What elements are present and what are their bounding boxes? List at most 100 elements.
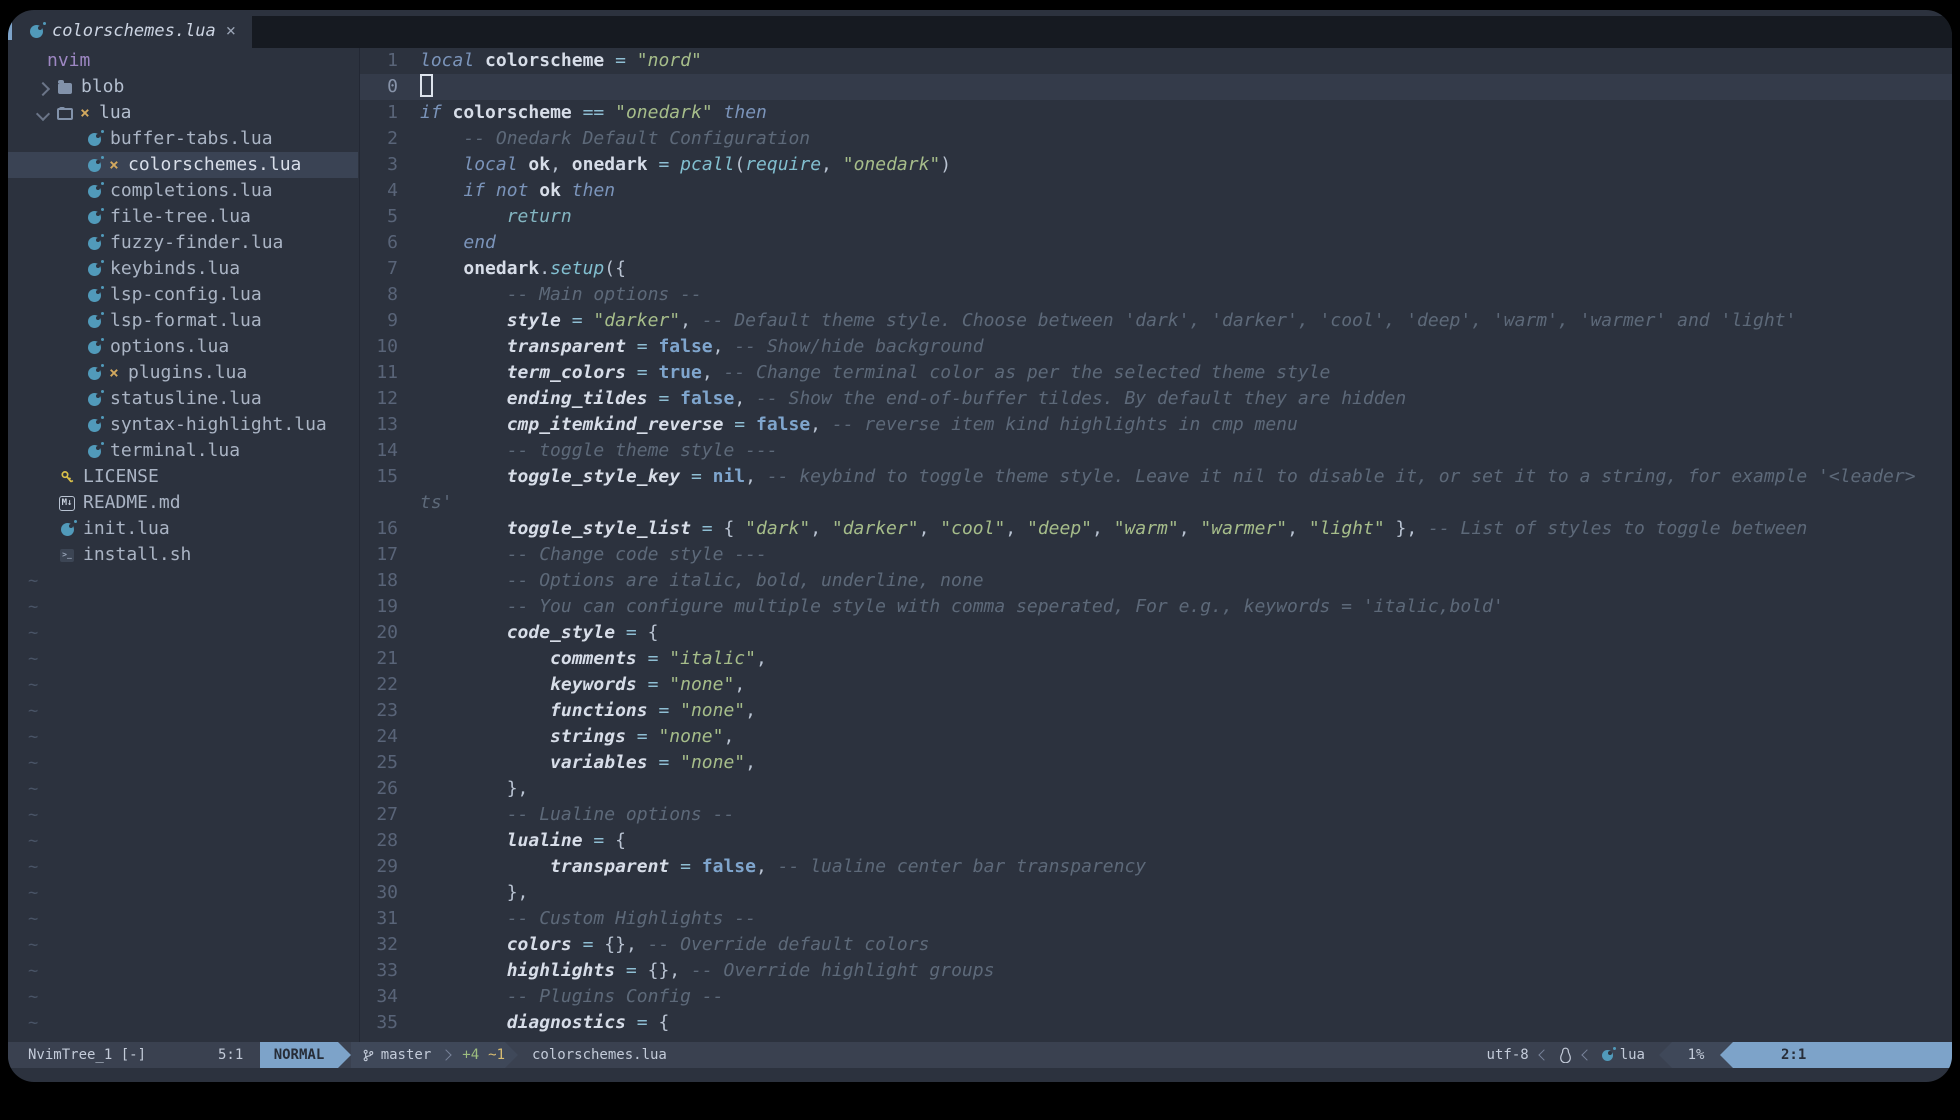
line-number: 1 xyxy=(360,100,398,126)
code-text: -- Lualine options -- xyxy=(398,802,734,828)
tree-item-install-sh[interactable]: >_install.sh xyxy=(8,542,358,568)
empty-line-tilde: ~ xyxy=(28,802,38,828)
code-line[interactable]: 17 -- Change code style --- xyxy=(360,542,1952,568)
chevron-left-icon xyxy=(1581,1049,1592,1060)
code-line[interactable]: 10 transparent = false, -- Show/hide bac… xyxy=(360,334,1952,360)
tree-item-readme-md[interactable]: M↓README.md xyxy=(8,490,358,516)
line-number: 32 xyxy=(360,932,398,958)
code-line[interactable]: 3 local ok, onedark = pcall(require, "on… xyxy=(360,152,1952,178)
code-text: comments = "italic", xyxy=(398,646,767,672)
tree-item-file-tree-lua[interactable]: file-tree.lua xyxy=(8,204,358,230)
git-status-icon: × xyxy=(108,360,120,386)
code-line[interactable]: 15 toggle_style_key = nil, -- keybind to… xyxy=(360,464,1952,490)
progress-indicator: 1% xyxy=(1672,1042,1720,1068)
code-line[interactable]: 5 return xyxy=(360,204,1952,230)
code-line[interactable]: 25 variables = "none", xyxy=(360,750,1952,776)
code-line[interactable]: 14 -- toggle theme style --- xyxy=(360,438,1952,464)
tree-item-label: options.lua xyxy=(110,334,229,360)
code-line[interactable]: 19 -- You can configure multiple style w… xyxy=(360,594,1952,620)
editor-window: colorschemes.lua × nvimblob×luabuffer-ta… xyxy=(8,10,1952,1082)
code-line[interactable]: 13 cmp_itemkind_reverse = false, -- reve… xyxy=(360,412,1952,438)
code-line[interactable]: 7 onedark.setup({ xyxy=(360,256,1952,282)
code-line[interactable]: 0 xyxy=(360,74,1952,100)
tab-colorschemes[interactable]: colorschemes.lua × xyxy=(14,14,252,48)
code-text: -- Options are italic, bold, underline, … xyxy=(398,568,984,594)
code-line[interactable]: 20 code_style = { xyxy=(360,620,1952,646)
tree-item-terminal-lua[interactable]: terminal.lua xyxy=(8,438,358,464)
line-number: 10 xyxy=(360,334,398,360)
line-number: 11 xyxy=(360,360,398,386)
code-line-wrap[interactable]: ts' xyxy=(360,490,1952,516)
code-line[interactable]: 8 -- Main options -- xyxy=(360,282,1952,308)
tree-item-lsp-format-lua[interactable]: lsp-format.lua xyxy=(8,308,358,334)
tree-item-label: file-tree.lua xyxy=(110,204,251,230)
line-number: 24 xyxy=(360,724,398,750)
code-line[interactable]: 33 highlights = {}, -- Override highligh… xyxy=(360,958,1952,984)
tree-item-keybinds-lua[interactable]: keybinds.lua xyxy=(8,256,358,282)
tree-item-label: lsp-config.lua xyxy=(110,282,262,308)
code-line[interactable]: 21 comments = "italic", xyxy=(360,646,1952,672)
code-text: keywords = "none", xyxy=(398,672,745,698)
code-line[interactable]: 32 colors = {}, -- Override default colo… xyxy=(360,932,1952,958)
chevron-right-icon xyxy=(441,1049,452,1060)
code-text: transparent = false, -- lualine center b… xyxy=(398,854,1146,880)
line-number: 8 xyxy=(360,282,398,308)
code-line[interactable]: 16 toggle_style_list = { "dark", "darker… xyxy=(360,516,1952,542)
code-line[interactable]: 30 }, xyxy=(360,880,1952,906)
code-line[interactable]: 34 -- Plugins Config -- xyxy=(360,984,1952,1010)
code-line[interactable]: 18 -- Options are italic, bold, underlin… xyxy=(360,568,1952,594)
code-line[interactable]: 2 -- Onedark Default Configuration xyxy=(360,126,1952,152)
code-line[interactable]: 27 -- Lualine options -- xyxy=(360,802,1952,828)
empty-line: ~ xyxy=(8,698,358,724)
code-line[interactable]: 11 term_colors = true, -- Change termina… xyxy=(360,360,1952,386)
code-line[interactable]: 4 if not ok then xyxy=(360,178,1952,204)
code-line[interactable]: 22 keywords = "none", xyxy=(360,672,1952,698)
line-number: 17 xyxy=(360,542,398,568)
code-line[interactable]: 29 transparent = false, -- lualine cente… xyxy=(360,854,1952,880)
tree-item-plugins-lua[interactable]: ×plugins.lua xyxy=(8,360,358,386)
code-line[interactable]: 9 style = "darker", -- Default theme sty… xyxy=(360,308,1952,334)
tree-item-buffer-tabs-lua[interactable]: buffer-tabs.lua xyxy=(8,126,358,152)
tree-item-init-lua[interactable]: init.lua xyxy=(8,516,358,542)
tree-item-syntax-highlight-lua[interactable]: syntax-highlight.lua xyxy=(8,412,358,438)
code-line[interactable]: 28 lualine = { xyxy=(360,828,1952,854)
line-number: 20 xyxy=(360,620,398,646)
tree-item-lsp-config-lua[interactable]: lsp-config.lua xyxy=(8,282,358,308)
tree-item-lua[interactable]: ×lua xyxy=(8,100,358,126)
diff-modified: ~1 xyxy=(488,1047,505,1063)
tree-item-label: buffer-tabs.lua xyxy=(110,126,273,152)
tree-item-completions-lua[interactable]: completions.lua xyxy=(8,178,358,204)
code-line[interactable]: 23 functions = "none", xyxy=(360,698,1952,724)
code-line[interactable]: 35 diagnostics = { xyxy=(360,1010,1952,1036)
tab-label: colorschemes.lua xyxy=(52,21,216,41)
tree-item-fuzzy-finder-lua[interactable]: fuzzy-finder.lua xyxy=(8,230,358,256)
tree-item-nvim[interactable]: nvim xyxy=(8,48,358,74)
code-line[interactable]: 24 strings = "none", xyxy=(360,724,1952,750)
code-line[interactable]: 26 }, xyxy=(360,776,1952,802)
tree-item-colorschemes-lua[interactable]: ×colorschemes.lua xyxy=(8,152,358,178)
code-line[interactable]: 6 end xyxy=(360,230,1952,256)
tree-item-label: fuzzy-finder.lua xyxy=(110,230,283,256)
tree-item-blob[interactable]: blob xyxy=(8,74,358,100)
empty-line-tilde: ~ xyxy=(28,620,38,646)
tab-close-icon[interactable]: × xyxy=(226,21,236,41)
code-text: -- You can configure multiple style with… xyxy=(398,594,1504,620)
empty-line-tilde: ~ xyxy=(28,568,38,594)
line-number: 7 xyxy=(360,256,398,282)
tree-item-options-lua[interactable]: options.lua xyxy=(8,334,358,360)
tree-item-license[interactable]: LICENSE xyxy=(8,464,358,490)
file-tree: nvimblob×luabuffer-tabs.lua×colorschemes… xyxy=(8,48,358,1042)
line-number: 12 xyxy=(360,386,398,412)
filetype-label: lua xyxy=(1620,1047,1645,1063)
code-line[interactable]: 1if colorscheme == "onedark" then xyxy=(360,100,1952,126)
code-line[interactable]: 1local colorscheme = "nord" xyxy=(360,48,1952,74)
tree-item-label: install.sh xyxy=(83,542,191,568)
tree-item-statusline-lua[interactable]: statusline.lua xyxy=(8,386,358,412)
code-text: strings = "none", xyxy=(398,724,734,750)
empty-line: ~ xyxy=(8,568,358,594)
code-line[interactable]: 12 ending_tildes = false, -- Show the en… xyxy=(360,386,1952,412)
lua-file-icon xyxy=(86,365,102,381)
line-number: 27 xyxy=(360,802,398,828)
code-line[interactable]: 31 -- Custom Highlights -- xyxy=(360,906,1952,932)
empty-line-tilde: ~ xyxy=(28,906,38,932)
